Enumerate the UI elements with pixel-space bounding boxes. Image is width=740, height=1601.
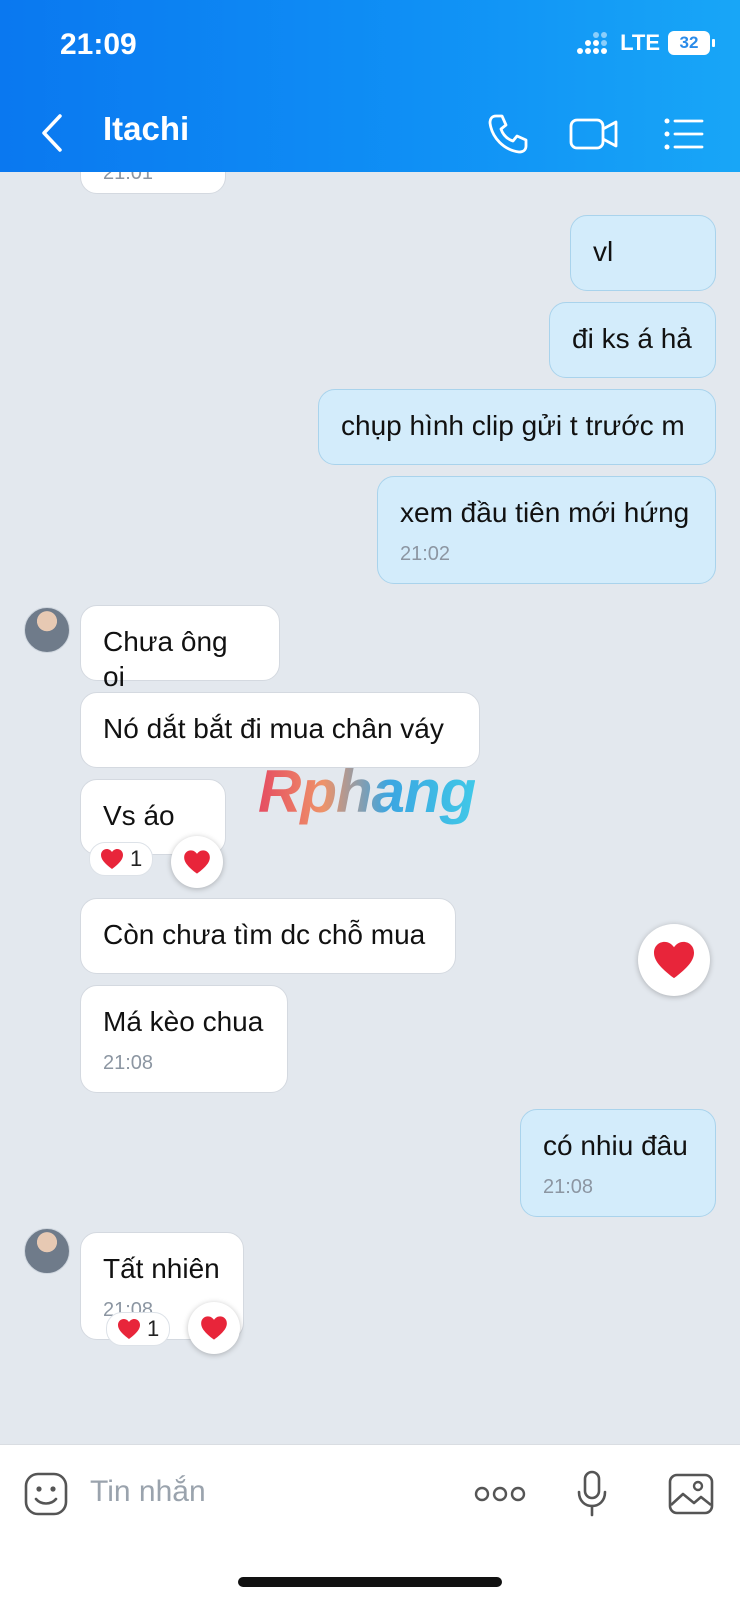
video-call-button[interactable] bbox=[566, 106, 622, 162]
message-text: Vs áo bbox=[103, 800, 175, 831]
microphone-icon bbox=[577, 1470, 607, 1517]
message-bubble-outgoing[interactable]: chụp hình clip gửi t trước m bbox=[318, 389, 716, 465]
home-indicator bbox=[238, 1577, 502, 1587]
message-text: chụp hình clip gửi t trước m bbox=[341, 410, 685, 441]
message-text: Chưa ông oi bbox=[103, 626, 228, 692]
menu-icon bbox=[664, 118, 704, 150]
quick-reaction-button[interactable] bbox=[638, 924, 710, 996]
heart-icon bbox=[184, 850, 210, 874]
heart-icon bbox=[101, 849, 123, 869]
message-list[interactable]: 21:01 vl đi ks á hả chụp hình clip gửi t… bbox=[0, 172, 740, 1444]
watermark: Rphang bbox=[258, 758, 476, 825]
message-bubble-outgoing[interactable]: xem đầu tiên mới hứng 21:02 bbox=[377, 476, 716, 584]
message-text: đi ks á hả bbox=[572, 323, 692, 354]
message-text: có nhiu đâu bbox=[543, 1130, 688, 1161]
heart-icon bbox=[118, 1319, 140, 1339]
message-time: 21:08 bbox=[103, 1052, 154, 1074]
message-time: 21:02 bbox=[400, 543, 451, 565]
chat-header: 21:09 LTE 32 Itachi bbox=[0, 0, 740, 172]
more-icon bbox=[474, 1486, 526, 1502]
back-icon bbox=[42, 114, 62, 152]
message-time: 21:01 bbox=[103, 172, 154, 184]
status-indicators: LTE 32 bbox=[576, 30, 715, 56]
battery-indicator: 32 bbox=[668, 31, 715, 55]
image-icon bbox=[668, 1473, 714, 1515]
avatar[interactable] bbox=[24, 607, 70, 653]
reaction-summary[interactable]: 1 bbox=[106, 1312, 171, 1346]
react-button[interactable] bbox=[188, 1302, 240, 1354]
reaction-summary[interactable]: 1 bbox=[89, 842, 154, 876]
message-composer: Tin nhắn bbox=[0, 1444, 740, 1601]
message-bubble-outgoing[interactable]: đi ks á hả bbox=[549, 302, 716, 378]
message-text: Tất nhiên bbox=[103, 1253, 220, 1284]
options-button[interactable] bbox=[656, 106, 712, 162]
message-bubble-outgoing[interactable]: có nhiu đâu 21:08 bbox=[520, 1109, 716, 1217]
contact-name[interactable]: Itachi bbox=[103, 110, 189, 148]
message-text: xem đầu tiên mới hứng bbox=[400, 497, 690, 528]
message-text: Má kèo chua bbox=[103, 1006, 264, 1037]
back-button[interactable] bbox=[34, 108, 70, 158]
status-time: 21:09 bbox=[60, 28, 137, 61]
message-text: Nó dắt bắt đi mua chân váy bbox=[103, 713, 444, 744]
sticker-button[interactable] bbox=[22, 1469, 70, 1519]
reaction-count: 1 bbox=[147, 1316, 160, 1341]
heart-icon bbox=[201, 1316, 227, 1340]
voice-call-button[interactable] bbox=[480, 106, 536, 162]
phone-icon bbox=[488, 114, 528, 154]
message-input[interactable]: Tin nhắn bbox=[90, 1475, 206, 1509]
voice-record-button[interactable] bbox=[574, 1469, 610, 1519]
network-type: LTE bbox=[620, 30, 660, 55]
sticker-icon bbox=[24, 1472, 68, 1516]
avatar[interactable] bbox=[24, 1228, 70, 1274]
message-bubble-incoming[interactable]: 21:01 bbox=[80, 172, 226, 194]
reaction-count: 1 bbox=[130, 846, 143, 871]
message-time: 21:08 bbox=[543, 1176, 594, 1198]
react-button[interactable] bbox=[171, 836, 223, 888]
heart-icon bbox=[654, 941, 694, 979]
message-text: Còn chưa tìm dc chỗ mua bbox=[103, 919, 426, 950]
signal-icon bbox=[577, 32, 608, 54]
message-text: vl bbox=[593, 236, 614, 267]
message-bubble-outgoing[interactable]: vl bbox=[570, 215, 716, 291]
message-bubble-incoming[interactable]: Má kèo chua 21:08 bbox=[80, 985, 288, 1093]
more-button[interactable] bbox=[474, 1469, 526, 1519]
message-bubble-incoming[interactable]: Chưa ông oi bbox=[80, 605, 280, 692]
message-bubble-incoming[interactable]: Còn chưa tìm dc chỗ mua bbox=[80, 898, 456, 974]
video-call-icon bbox=[569, 118, 618, 150]
image-picker-button[interactable] bbox=[666, 1469, 716, 1519]
